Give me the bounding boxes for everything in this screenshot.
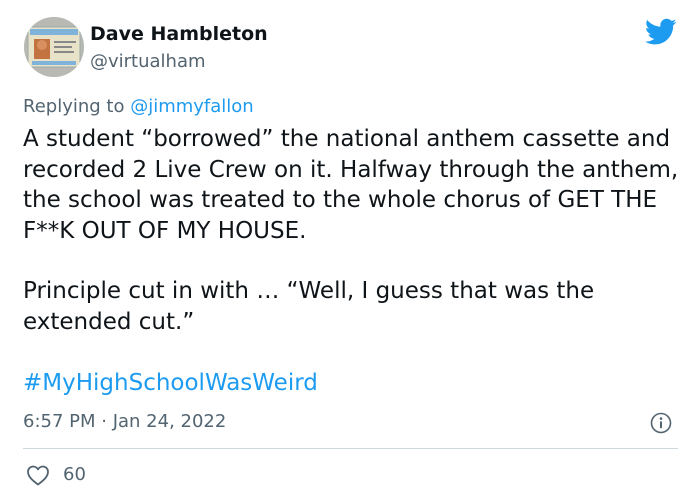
mention-link[interactable]: @jimmyfallon	[130, 96, 254, 117]
author-name[interactable]: Dave Hambleton	[90, 23, 268, 45]
avatar-image	[24, 17, 84, 77]
hashtag-link[interactable]: #MyHighSchoolWasWeird	[23, 370, 318, 396]
tweet-paragraph: A student “borrowed” the national anthem…	[23, 126, 679, 244]
like-count: 60	[63, 464, 86, 485]
tweet-timestamp[interactable]: 6:57 PM · Jan 24, 2022	[23, 411, 226, 432]
divider	[23, 448, 678, 449]
heart-icon[interactable]	[26, 464, 50, 486]
info-icon[interactable]	[650, 412, 672, 434]
tweet-body: A student “borrowed” the national anthem…	[23, 124, 683, 337]
tweet-paragraph: Principle cut in with … “Well, I guess t…	[23, 278, 595, 335]
replying-to: Replying to @jimmyfallon	[23, 96, 254, 117]
avatar[interactable]	[24, 17, 84, 77]
author-handle[interactable]: @virtualham	[90, 51, 206, 72]
twitter-bird-icon[interactable]	[645, 18, 677, 46]
replying-to-label: Replying to	[23, 96, 131, 117]
